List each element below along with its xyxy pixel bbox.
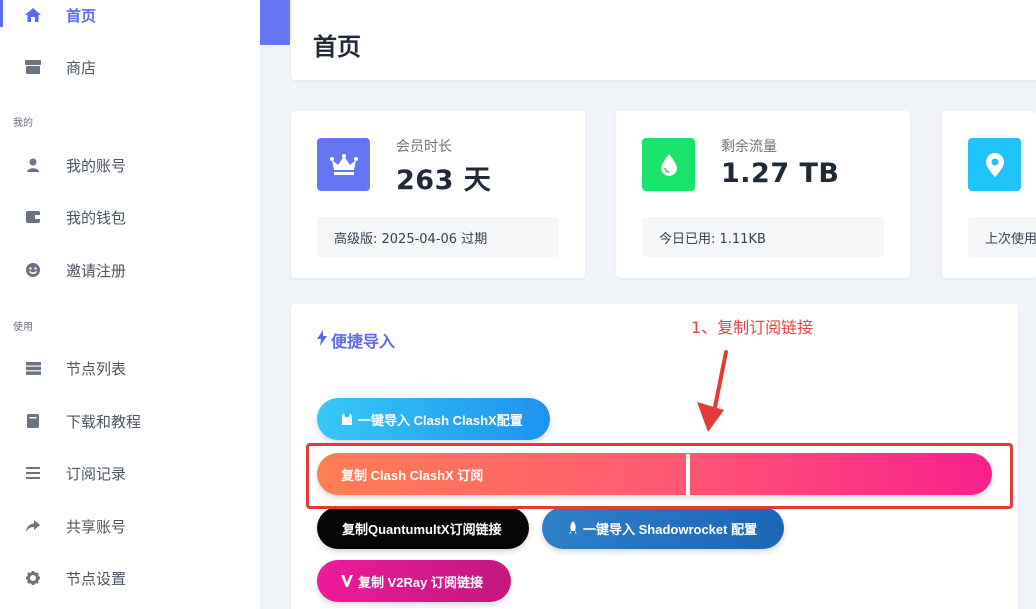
- sidebar-item-home[interactable]: 首页: [0, 0, 260, 35]
- page-title: 首页: [313, 33, 361, 61]
- gear-icon: [24, 569, 42, 587]
- stat-value: 1.27 TB: [721, 158, 840, 189]
- v2ray-copy-button[interactable]: 复制 V2Ray 订阅链接: [317, 560, 511, 602]
- button-label: 一键导入 Clash ClashX配置: [358, 412, 523, 428]
- user-icon: [24, 156, 42, 174]
- header-accent-bar: [260, 0, 290, 45]
- stat-label: 剩余流量: [721, 139, 777, 155]
- sidebar-item-label: 邀请注册: [66, 261, 127, 280]
- server-icon: [24, 359, 42, 377]
- sidebar: 首页 商店 我的 我的账号 我的钱包 邀请注册 使用 节点列表 下载和教程 订阅…: [0, 0, 260, 609]
- cat-icon: [341, 413, 353, 425]
- share-icon: [24, 517, 42, 535]
- smile-icon: [24, 261, 42, 279]
- stat-card-last-used: 上次使用: [942, 111, 1036, 278]
- sidebar-item-label: 商店: [66, 58, 97, 77]
- sidebar-item-label: 下载和教程: [66, 412, 142, 431]
- stat-value: 263 天: [396, 165, 492, 196]
- import-title-text: 便捷导入: [331, 332, 396, 351]
- stat-foot: 上次使用: [968, 217, 1036, 257]
- header: 首页: [291, 0, 1036, 80]
- sidebar-item-nodes[interactable]: 节点列表: [0, 348, 260, 388]
- store-icon: [24, 58, 42, 76]
- wallet-icon: [24, 208, 42, 226]
- list-icon: [24, 464, 42, 482]
- sidebar-item-share[interactable]: 共享账号: [0, 506, 260, 546]
- sidebar-item-label: 共享账号: [66, 517, 127, 536]
- stat-foot: 今日已用: 1.11KB: [642, 217, 884, 257]
- sidebar-item-download[interactable]: 下载和教程: [0, 401, 260, 441]
- sidebar-item-account[interactable]: 我的账号: [0, 145, 260, 185]
- stat-card-traffic: 剩余流量 1.27 TB 今日已用: 1.11KB: [616, 111, 910, 278]
- v2ray-icon: [341, 575, 353, 587]
- import-title: 便捷导入: [317, 328, 395, 352]
- shadowrocket-import-button[interactable]: 一键导入 Shadowrocket 配置: [542, 507, 784, 549]
- button-label: 一键导入 Shadowrocket 配置: [583, 521, 758, 537]
- clash-import-button[interactable]: 一键导入 Clash ClashX配置: [317, 398, 550, 440]
- location-pin-icon: [968, 138, 1021, 191]
- section-title-use: 使用: [13, 322, 33, 333]
- button-label: 复制QuantumultX订阅链接: [342, 521, 502, 537]
- annotation-highlight-box: [306, 443, 1013, 509]
- sidebar-item-invite[interactable]: 邀请注册: [0, 250, 260, 290]
- quantumultx-copy-button[interactable]: 复制QuantumultX订阅链接: [317, 507, 529, 549]
- stat-card-membership: 会员时长 263 天 高级版: 2025-04-06 过期: [291, 111, 585, 278]
- book-icon: [24, 412, 42, 430]
- stat-foot: 高级版: 2025-04-06 过期: [317, 217, 559, 257]
- section-title-mine: 我的: [13, 118, 33, 129]
- sidebar-item-node-settings[interactable]: 节点设置: [0, 558, 260, 598]
- sidebar-item-label: 节点设置: [66, 569, 127, 588]
- sidebar-item-store[interactable]: 商店: [0, 47, 260, 87]
- bolt-icon: [317, 330, 327, 350]
- home-icon: [24, 6, 42, 24]
- sidebar-item-records[interactable]: 订阅记录: [0, 453, 260, 493]
- drop-icon: [642, 138, 695, 191]
- annotation-arrow-icon: [697, 350, 728, 432]
- sidebar-item-label: 我的账号: [66, 156, 127, 175]
- annotation-text: 1、复制订阅链接: [691, 318, 814, 337]
- rocket-icon: [568, 521, 578, 535]
- crown-icon: [317, 138, 370, 191]
- sidebar-item-wallet[interactable]: 我的钱包: [0, 197, 260, 237]
- stat-label: 会员时长: [396, 139, 452, 155]
- sidebar-item-label: 节点列表: [66, 359, 127, 378]
- sidebar-item-label: 订阅记录: [66, 464, 127, 483]
- sidebar-item-label: 首页: [66, 6, 97, 25]
- sidebar-item-label: 我的钱包: [66, 208, 127, 227]
- button-label: 复制 V2Ray 订阅链接: [358, 574, 483, 590]
